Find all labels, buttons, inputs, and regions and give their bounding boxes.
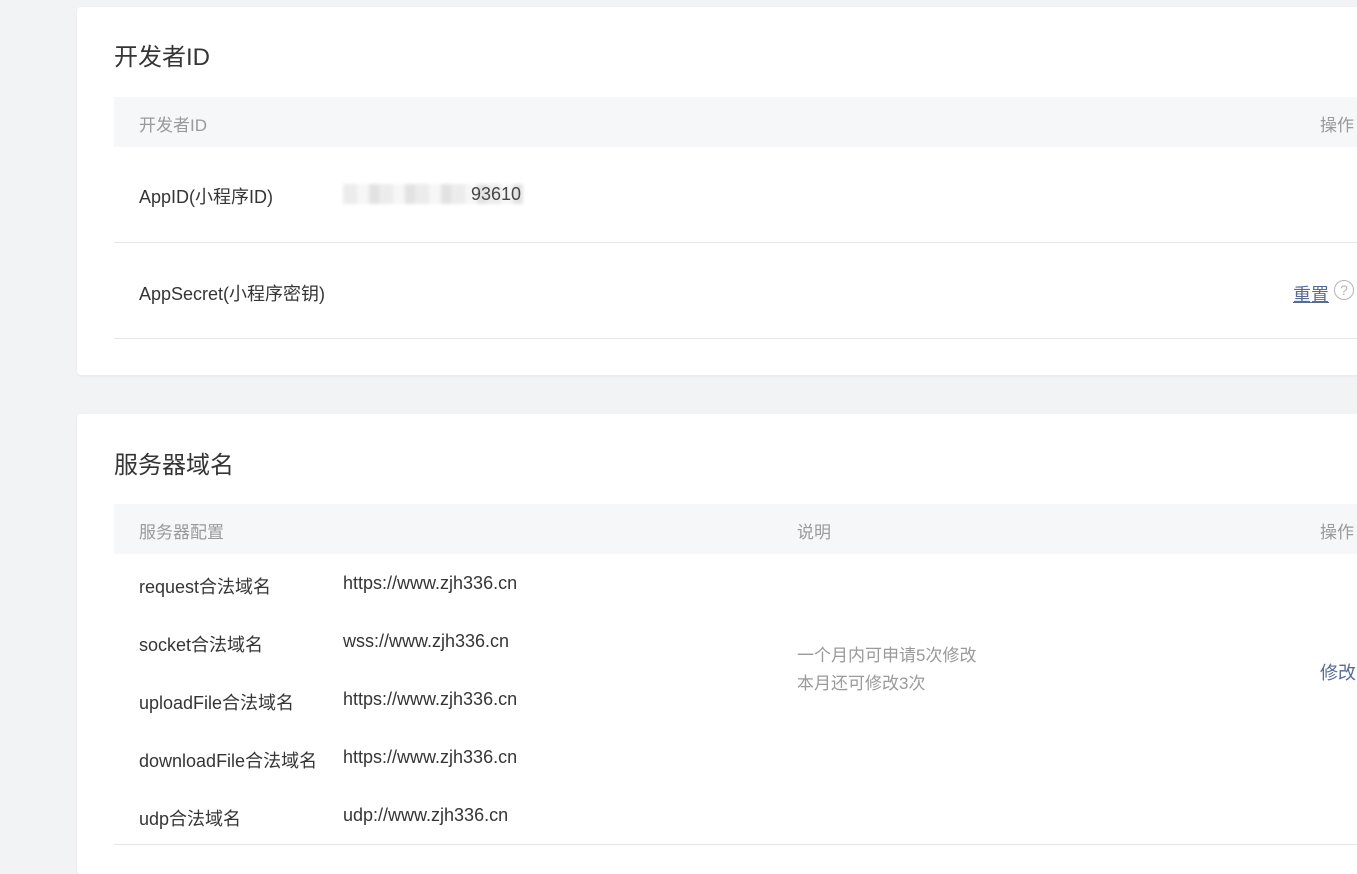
udp-domain-value: udp://www.zjh336.cn — [343, 805, 509, 825]
header-description: 说明 — [797, 523, 831, 542]
header-action: 操作 — [1320, 116, 1354, 135]
appid-value: 93610 — [343, 184, 523, 205]
header-developer-id: 开发者ID — [139, 116, 207, 135]
appsecret-label: AppSecret(小程序密钥) — [139, 284, 326, 304]
developer-id-title: 开发者ID — [114, 44, 210, 71]
udp-domain-label: udp合法域名 — [139, 809, 242, 829]
server-domain-title: 服务器域名 — [114, 452, 234, 479]
uploadfile-domain-label: uploadFile合法域名 — [139, 693, 295, 713]
developer-id-card: 开发者ID 开发者ID 操作 AppID(小程序ID) 93610 AppSec… — [77, 7, 1357, 375]
server-domain-card: 服务器域名 服务器配置 说明 操作 request合法域名 https://ww… — [77, 414, 1357, 874]
modify-domain-link[interactable]: 修改 — [1320, 659, 1356, 685]
request-domain-value: https://www.zjh336.cn — [343, 573, 518, 593]
reset-secret-link[interactable]: 重置 — [1293, 281, 1329, 307]
header-action: 操作 — [1320, 523, 1354, 542]
uploadfile-domain-value: https://www.zjh336.cn — [343, 689, 518, 709]
appsecret-row: AppSecret(小程序密钥) 重置 ? — [114, 243, 1357, 339]
socket-domain-value: wss://www.zjh336.cn — [343, 631, 510, 651]
downloadfile-domain-label: downloadFile合法域名 — [139, 751, 318, 771]
note-line-2: 本月还可修改3次 — [797, 674, 926, 693]
socket-domain-label: socket合法域名 — [139, 635, 264, 655]
appid-row: AppID(小程序ID) 93610 — [114, 147, 1357, 243]
note-line-1: 一个月内可申请5次修改 — [797, 646, 977, 665]
server-domain-table-header: 服务器配置 说明 操作 — [114, 504, 1357, 554]
domain-config-row: request合法域名 https://www.zjh336.cn socket… — [114, 554, 1357, 845]
developer-id-table-header: 开发者ID 操作 — [114, 97, 1357, 147]
downloadfile-domain-value: https://www.zjh336.cn — [343, 747, 518, 767]
request-domain-label: request合法域名 — [139, 577, 272, 597]
modify-limit-note: 一个月内可申请5次修改 本月还可修改3次 — [797, 642, 976, 698]
appid-value-visible: 93610 — [471, 184, 522, 204]
appid-label: AppID(小程序ID) — [139, 187, 274, 207]
help-icon[interactable]: ? — [1334, 280, 1354, 300]
header-server-config: 服务器配置 — [139, 523, 224, 542]
